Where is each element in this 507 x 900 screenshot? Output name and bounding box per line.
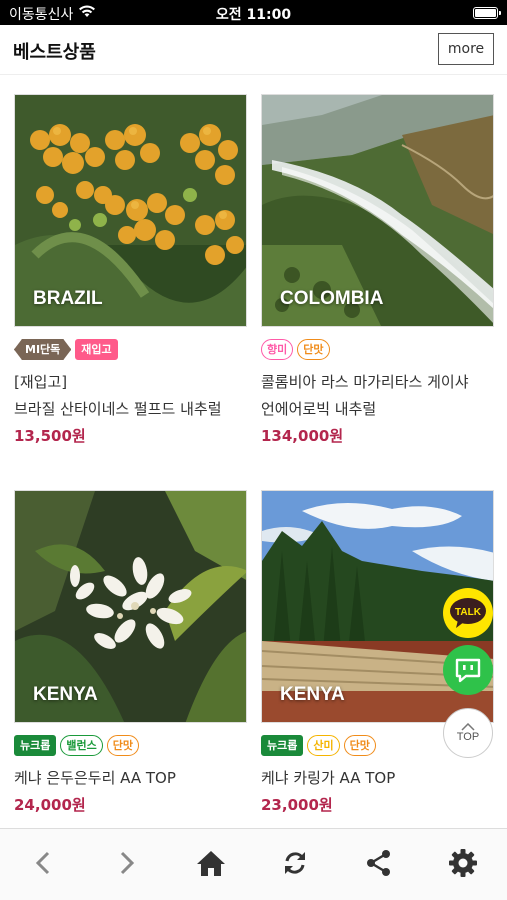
settings-icon bbox=[449, 849, 477, 877]
product-image[interactable]: BRAZIL bbox=[14, 94, 247, 327]
battery-icon bbox=[473, 7, 501, 19]
talk-bubble-icon: TALK bbox=[450, 598, 486, 628]
product-card[interactable]: KENYA 뉴크롭 밸런스 단맛 케냐 은두은두리 AA TOP 24,000원 bbox=[14, 490, 247, 815]
refresh-icon bbox=[285, 852, 305, 874]
tag-badge: 향미 bbox=[261, 339, 294, 360]
product-name[interactable]: 케냐 카링가 AA TOP bbox=[261, 765, 494, 792]
product-image[interactable]: COLOMBIA bbox=[261, 94, 494, 327]
forward-button[interactable] bbox=[107, 843, 147, 883]
tag-badge: 산미 bbox=[307, 735, 340, 756]
page-title: 베스트상품 bbox=[13, 42, 96, 63]
origin-label: COLOMBIA bbox=[280, 288, 384, 309]
tag-badge: 단맛 bbox=[297, 339, 330, 360]
home-button[interactable] bbox=[191, 843, 231, 883]
clock: 오전 11:00 bbox=[215, 7, 292, 23]
tag-badge: 뉴크롭 bbox=[261, 735, 304, 756]
tag-badge: 재입고 bbox=[75, 339, 118, 360]
home-icon bbox=[197, 851, 225, 876]
product-card[interactable]: COLOMBIA 향미 단맛 콜롬비아 라스 마가리타스 게이샤 언에어로빅 내… bbox=[261, 94, 494, 446]
tag-list: 뉴크롭 밸런스 단맛 bbox=[14, 735, 247, 757]
talk-label: TALK bbox=[455, 607, 482, 618]
refresh-button[interactable] bbox=[275, 843, 315, 883]
kakao-talk-button[interactable]: TALK bbox=[443, 588, 493, 638]
product-price: 13,500원 bbox=[14, 427, 86, 445]
product-price: 134,000원 bbox=[261, 427, 344, 445]
chevron-up-icon bbox=[461, 723, 475, 731]
bottom-toolbar bbox=[0, 828, 507, 900]
chat-icon bbox=[455, 658, 481, 683]
origin-label: KENYA bbox=[33, 684, 98, 705]
product-image[interactable]: KENYA bbox=[14, 490, 247, 723]
settings-button[interactable] bbox=[443, 843, 483, 883]
tag-badge: 단맛 bbox=[343, 735, 376, 756]
tag-badge: MI단독 bbox=[14, 339, 71, 360]
share-icon bbox=[367, 850, 390, 876]
product-price: 24,000원 bbox=[14, 796, 86, 814]
back-button[interactable] bbox=[23, 843, 63, 883]
origin-label: BRAZIL bbox=[33, 288, 103, 309]
tag-list: 향미 단맛 bbox=[261, 339, 494, 361]
top-label: TOP bbox=[456, 731, 480, 743]
page-header: 베스트상품 more bbox=[0, 25, 507, 75]
product-price: 23,000원 bbox=[261, 796, 333, 814]
back-icon bbox=[35, 851, 50, 875]
origin-label: KENYA bbox=[280, 684, 345, 705]
scroll-top-button[interactable]: TOP bbox=[443, 708, 493, 758]
more-button[interactable]: more bbox=[438, 33, 494, 65]
forward-icon bbox=[120, 851, 135, 875]
chat-button[interactable] bbox=[443, 645, 493, 695]
tag-badge: 단맛 bbox=[106, 735, 139, 756]
product-name[interactable]: 케냐 은두은두리 AA TOP bbox=[14, 765, 247, 792]
tag-list: MI단독 재입고 bbox=[14, 339, 247, 361]
product-name[interactable]: [재입고] 브라질 산타이네스 펄프드 내추럴 bbox=[14, 369, 247, 423]
status-bar: 이동통신사 오전 11:00 bbox=[0, 0, 507, 25]
tag-badge: 밸런스 bbox=[60, 735, 103, 756]
product-name[interactable]: 콜롬비아 라스 마가리타스 게이샤 언에어로빅 내추럴 bbox=[261, 369, 494, 423]
tag-badge: 뉴크롭 bbox=[14, 735, 57, 756]
share-button[interactable] bbox=[359, 843, 399, 883]
product-card[interactable]: BRAZIL MI단독 재입고 [재입고] 브라질 산타이네스 펄프드 내추럴 … bbox=[14, 94, 247, 446]
